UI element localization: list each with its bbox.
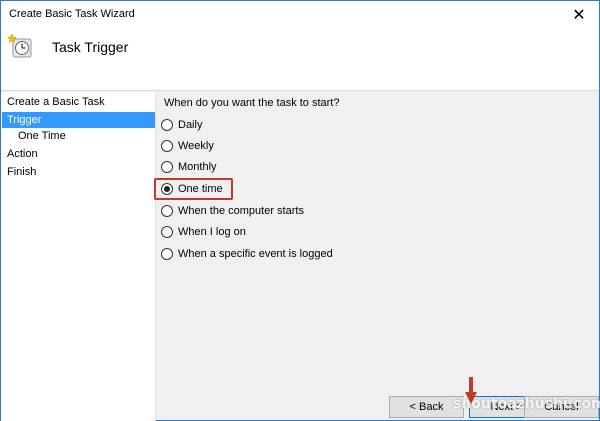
sidebar-item-one-time[interactable]: One Time xyxy=(2,128,155,144)
computer-starts-radio[interactable] xyxy=(161,205,173,217)
cancel-button[interactable]: Cancel xyxy=(524,396,599,418)
option-label: Monthly xyxy=(178,161,217,173)
wizard-window: Create Basic Task Wizard ✕ Task Trigger … xyxy=(0,0,600,421)
trigger-question: When do you want the task to start? xyxy=(164,97,340,109)
sidebar-item-finish[interactable]: Finish xyxy=(2,164,155,180)
one-time-highlight-box xyxy=(154,178,233,200)
weekly-radio[interactable] xyxy=(161,140,173,152)
down-arrow-icon xyxy=(465,377,477,404)
option-label: Daily xyxy=(178,119,203,131)
option-daily[interactable]: Daily xyxy=(161,117,202,133)
option-label: When I log on xyxy=(178,226,246,238)
trigger-options-panel: When do you want the task to start? Dail… xyxy=(157,92,599,392)
option-label: When a specific event is logged xyxy=(178,248,333,260)
option-monthly[interactable]: Monthly xyxy=(161,159,217,175)
option-computer-starts[interactable]: When the computer starts xyxy=(161,203,304,219)
sidebar-item-trigger[interactable]: Trigger xyxy=(2,112,155,128)
option-label: Weekly xyxy=(178,140,214,152)
option-weekly[interactable]: Weekly xyxy=(161,138,214,154)
close-icon[interactable]: ✕ xyxy=(559,1,599,28)
log-on-radio[interactable] xyxy=(161,226,173,238)
title-bar[interactable]: Create Basic Task Wizard ✕ xyxy=(1,1,599,28)
sidebar-item-create-basic-task[interactable]: Create a Basic Task xyxy=(2,94,155,110)
task-clock-icon xyxy=(7,33,32,58)
option-log-on[interactable]: When I log on xyxy=(161,224,246,240)
back-button[interactable]: < Back xyxy=(389,396,464,418)
wizard-steps-sidebar: Create a Basic Task Trigger One Time Act… xyxy=(1,92,156,421)
page-title: Task Trigger xyxy=(52,39,129,55)
sidebar-item-action[interactable]: Action xyxy=(2,146,155,162)
daily-radio[interactable] xyxy=(161,119,173,131)
wizard-header: Task Trigger xyxy=(1,28,599,91)
option-label: When the computer starts xyxy=(178,205,304,217)
option-event-logged[interactable]: When a specific event is logged xyxy=(161,246,333,262)
monthly-radio[interactable] xyxy=(161,161,173,173)
event-logged-radio[interactable] xyxy=(161,248,173,260)
window-title: Create Basic Task Wizard xyxy=(9,8,135,20)
